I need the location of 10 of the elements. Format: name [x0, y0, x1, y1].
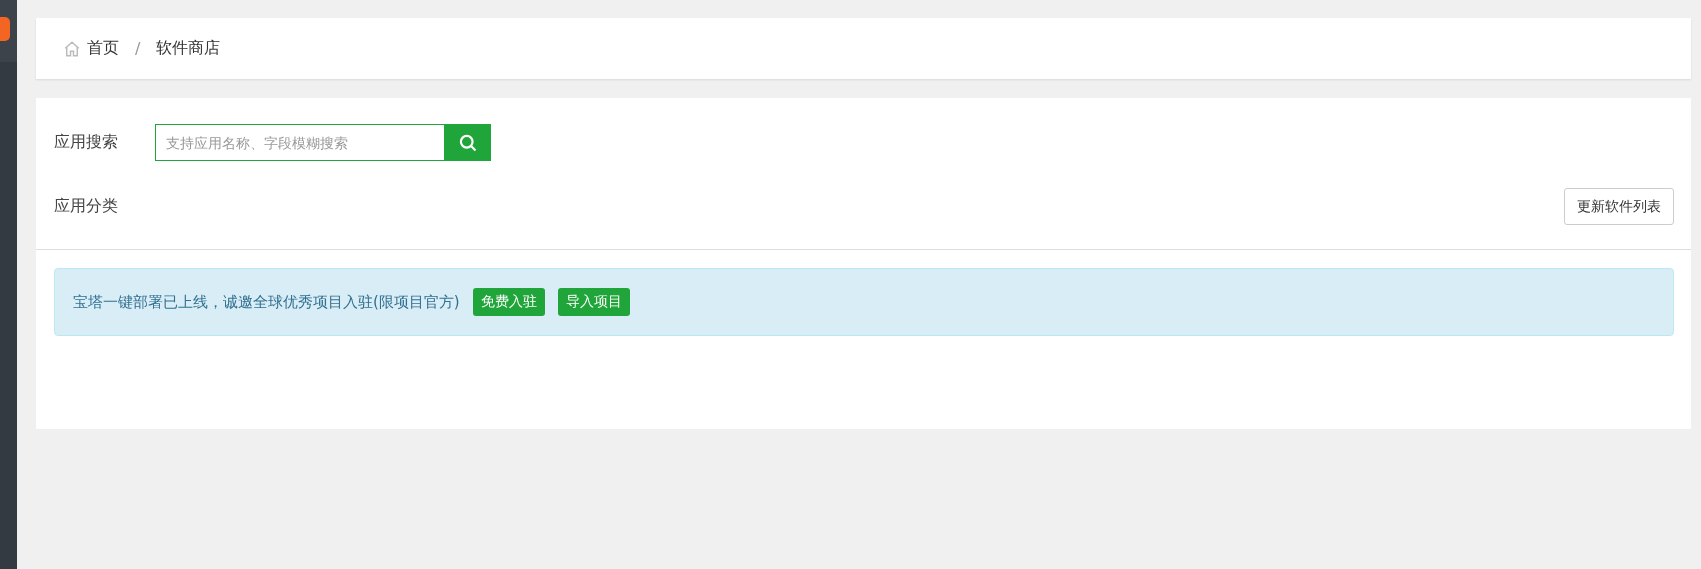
search-label: 应用搜索	[54, 132, 119, 153]
search-button[interactable]	[444, 124, 491, 161]
update-list-button[interactable]: 更新软件列表	[1564, 188, 1674, 225]
breadcrumb-link[interactable]: 首页	[87, 38, 119, 59]
home-icon	[63, 39, 81, 58]
notice-text: 宝塔一键部署已上线，诚邀全球优秀项目入驻(限项目官方)	[73, 292, 460, 312]
search-field[interactable]: 支持应用名称、字段模糊搜索	[155, 124, 444, 161]
search-icon	[457, 132, 478, 153]
category-label: 应用分类	[54, 196, 119, 217]
breadcrumb-separator: /	[135, 39, 141, 58]
